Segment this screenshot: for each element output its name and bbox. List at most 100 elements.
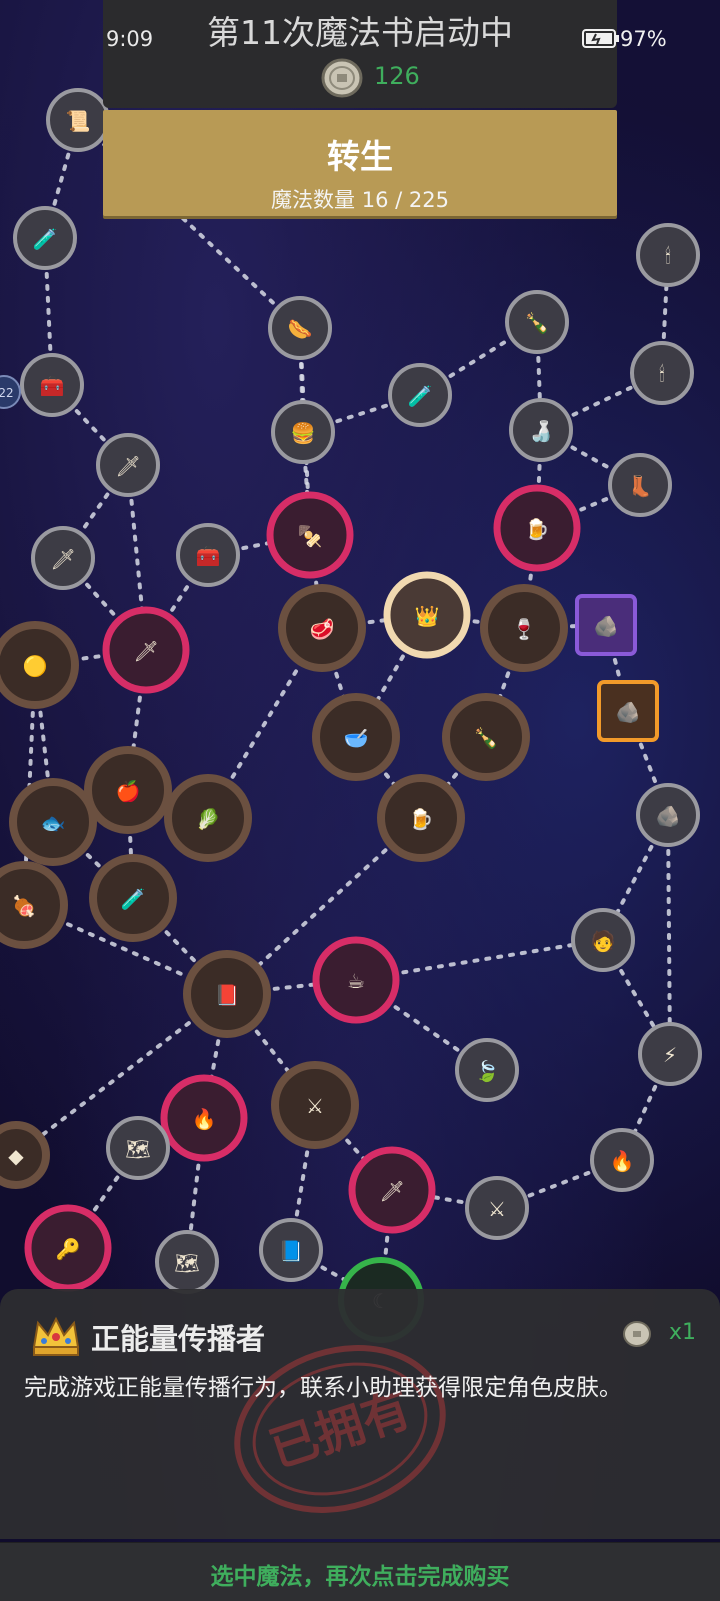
small-candle-icon: 🕯 xyxy=(665,244,671,268)
bottle-icon: 🍾 xyxy=(525,311,550,335)
wine-bottle-icon: 🍷 xyxy=(512,617,537,641)
magic-node[interactable]: 🍾 xyxy=(505,290,569,354)
coffee-icon: ☕ xyxy=(347,969,365,993)
spellbook-icon: 📕 xyxy=(215,983,240,1007)
magic-node[interactable]: 📜 xyxy=(46,88,110,152)
soup-icon: 🥣 xyxy=(344,726,369,750)
magic-node[interactable]: 📘 xyxy=(259,1218,323,1282)
magic-node[interactable]: ⚔ xyxy=(465,1176,529,1240)
coal-icon: 🪨 xyxy=(594,614,619,638)
magic-node[interactable]: 👑 xyxy=(383,571,471,659)
magic-node[interactable]: 🕯 xyxy=(636,223,700,287)
coin-icon xyxy=(623,1321,651,1347)
coal-gray-icon: 🪨 xyxy=(656,804,681,828)
magic-node[interactable]: 🧪 xyxy=(13,206,77,270)
sword-icon: 🗡 xyxy=(115,454,140,478)
magic-node[interactable]: 🐟 xyxy=(9,778,97,866)
steak-icon: 🥩 xyxy=(310,617,335,641)
magic-node[interactable]: 🥩 xyxy=(278,584,366,672)
lightning-sword-icon: ⚡ xyxy=(663,1043,677,1067)
magic-node[interactable]: 📕 xyxy=(183,950,271,1038)
magic-node[interactable]: 🍔 xyxy=(271,400,335,464)
coal-orange-icon: 🪨 xyxy=(616,700,641,724)
magic-node[interactable]: 🗡 xyxy=(348,1146,436,1234)
magic-node[interactable]: 🧪 xyxy=(388,363,452,427)
magic-node[interactable]: 🧰 xyxy=(20,353,84,417)
magic-node[interactable]: 🔥 xyxy=(590,1128,654,1192)
golden-key-icon: 🔑 xyxy=(56,1237,81,1261)
magic-node[interactable]: ⚔ xyxy=(271,1061,359,1149)
magic-node[interactable]: 🧑 xyxy=(571,908,635,972)
purchase-hint: 选中魔法，再次点击完成购买 xyxy=(210,1564,510,1590)
owned-stamp: 已拥有 xyxy=(234,1345,446,1513)
magic-detail-panel: 已拥有 正能量传播者 x1 完成游戏正能量传播行为，联系小助理获得限定角色皮肤。 xyxy=(0,1289,720,1539)
magic-node[interactable]: 🕯 xyxy=(630,341,694,405)
boots-icon: 👢 xyxy=(628,474,653,498)
level-badge-text: 22 xyxy=(0,386,14,400)
magic-node[interactable]: 🌭 xyxy=(268,296,332,360)
magic-node[interactable]: 🍺 xyxy=(493,484,581,572)
status-time: 9:09 xyxy=(106,27,154,51)
beer-icon: 🍺 xyxy=(525,517,550,541)
mug-icon: 🍺 xyxy=(409,807,434,831)
cabbage-icon: 🥬 xyxy=(196,807,221,831)
magic-node[interactable]: ☕ xyxy=(312,936,400,1024)
magic-node[interactable]: 🗡 xyxy=(31,526,95,590)
magic-node[interactable]: 🪨 xyxy=(575,594,637,656)
purchase-hint-bar[interactable]: 选中魔法，再次点击完成购买 xyxy=(0,1542,720,1601)
book-status-title: 第11次魔法书启动中 xyxy=(207,13,513,52)
magic-node[interactable]: 🗺 xyxy=(155,1230,219,1294)
magic-node[interactable]: 🗺 xyxy=(106,1116,170,1180)
magic-node[interactable]: 🍃 xyxy=(455,1038,519,1102)
green-bottle-icon: 🍾 xyxy=(474,726,499,750)
magic-node[interactable]: 🍎 xyxy=(84,746,172,834)
magic-node[interactable]: 🔑 xyxy=(24,1204,112,1292)
coin-icon xyxy=(321,58,363,98)
magic-node[interactable]: 🍖 xyxy=(0,861,68,949)
skill-link xyxy=(666,813,672,1056)
poison-flask-icon: 🧪 xyxy=(33,227,58,251)
magic-node[interactable]: 👢 xyxy=(608,453,672,517)
magic-book-header: 第11次魔法书启动中 126 xyxy=(103,0,617,108)
fire-burst-icon: 🔥 xyxy=(610,1149,635,1173)
scroll-icon: 📜 xyxy=(66,109,91,133)
blue-sword-burst-icon: ⚔ xyxy=(488,1197,506,1221)
rebirth-button[interactable]: 转生 魔法数量 16 / 225 xyxy=(103,110,617,216)
magic-title: 正能量传播者 xyxy=(91,1322,266,1356)
magic-node[interactable]: 🪨 xyxy=(636,783,700,847)
magic-node[interactable]: 🥣 xyxy=(312,693,400,781)
candle-icon: 🕯 xyxy=(659,362,665,386)
apple-icon: 🍎 xyxy=(116,779,141,803)
magic-node[interactable]: 🧰 xyxy=(176,523,240,587)
adventurer-icon: 🧑 xyxy=(591,929,616,953)
hotdog-icon: 🌭 xyxy=(288,317,313,341)
red-sword-icon: 🗡 xyxy=(133,639,158,663)
rebirth-label: 转生 xyxy=(327,137,393,176)
magic-node[interactable]: 🍶 xyxy=(509,398,573,462)
magic-quantity: x1 xyxy=(669,1320,697,1345)
magic-node[interactable]: 🪨 xyxy=(597,680,659,742)
magic-node[interactable]: 🥬 xyxy=(164,774,252,862)
crown-icon xyxy=(32,1316,80,1356)
magic-node[interactable]: 🔥 xyxy=(160,1074,248,1162)
crossed-swords-icon: ⚔ xyxy=(306,1094,324,1118)
blue-potion-icon: 🧪 xyxy=(121,887,146,911)
treasure-map-icon: 🗺 xyxy=(125,1137,150,1161)
kebab-icon: 🍢 xyxy=(298,524,323,548)
magic-node[interactable]: 🟡 xyxy=(0,621,79,709)
magic-node[interactable]: 🍾 xyxy=(442,693,530,781)
magic-node[interactable]: 🗡 xyxy=(96,433,160,497)
magic-node[interactable]: 🗡 xyxy=(102,606,190,694)
toolbox-icon: 🧰 xyxy=(196,544,221,568)
magic-node[interactable]: 🍷 xyxy=(480,584,568,672)
flame-blade-icon: 🗡 xyxy=(379,1179,404,1203)
green-rune-icon: ◆ xyxy=(8,1144,24,1168)
magic-node[interactable]: 🍢 xyxy=(266,491,354,579)
burger-icon: 🍔 xyxy=(291,421,316,445)
magic-node[interactable]: 🧪 xyxy=(89,854,177,942)
magic-node[interactable]: ⚡ xyxy=(638,1022,702,1086)
meat-icon: 🍖 xyxy=(12,894,37,919)
magic-node[interactable]: ◆ xyxy=(0,1121,50,1189)
mana-potion-icon: 🧪 xyxy=(408,384,433,408)
magic-node[interactable]: 🍺 xyxy=(377,774,465,862)
